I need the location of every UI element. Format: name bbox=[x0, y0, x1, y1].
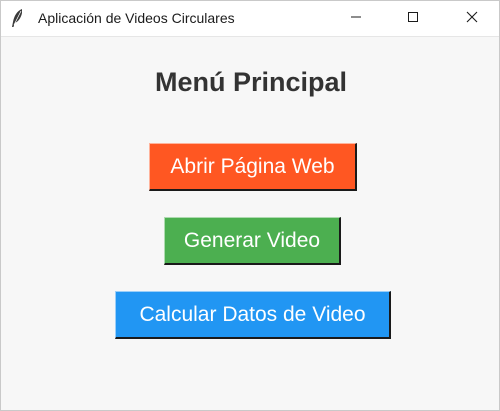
feather-icon bbox=[9, 8, 27, 28]
open-web-page-button[interactable]: Abrir Página Web bbox=[149, 143, 357, 191]
title-bar[interactable]: Aplicación de Videos Circulares bbox=[1, 1, 499, 37]
minimize-button[interactable] bbox=[333, 1, 379, 36]
app-window: Aplicación de Videos Circulares Menú Pri… bbox=[0, 0, 500, 411]
calculate-video-data-button[interactable]: Calcular Datos de Video bbox=[115, 291, 391, 339]
main-menu-title: Menú Principal bbox=[154, 67, 348, 97]
maximize-icon bbox=[407, 10, 419, 28]
window-title: Aplicación de Videos Circulares bbox=[38, 10, 235, 26]
close-button[interactable] bbox=[449, 1, 495, 36]
maximize-button[interactable] bbox=[390, 1, 436, 36]
minimize-icon bbox=[350, 10, 362, 28]
generate-video-button[interactable]: Generar Video bbox=[164, 217, 341, 265]
close-icon bbox=[466, 10, 478, 28]
